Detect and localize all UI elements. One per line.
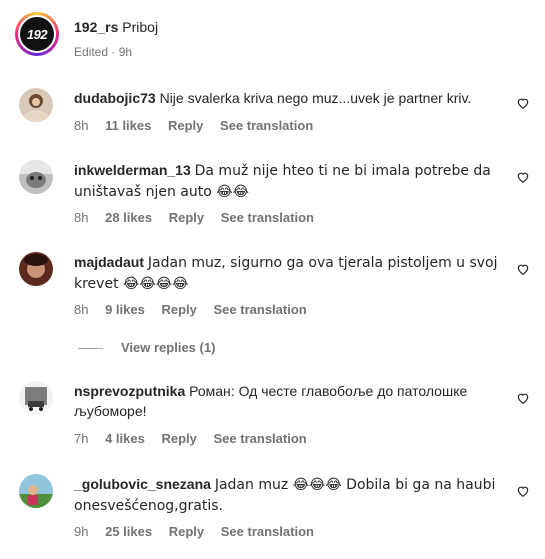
comment-actions: 8h 9 likes Reply See translation — [74, 302, 320, 317]
heart-outline-icon[interactable] — [516, 484, 530, 498]
likes-count[interactable]: 9 likes — [105, 302, 145, 317]
comment-username[interactable]: dudabojic73 — [74, 90, 156, 106]
comment-body: nsprevozputnika Роман: Од честе главобољ… — [74, 381, 504, 421]
likes-count[interactable]: 28 likes — [105, 210, 152, 225]
comment-time: 8h — [74, 302, 89, 317]
comment-username[interactable]: majdadaut — [74, 254, 144, 270]
avatar[interactable] — [19, 381, 53, 415]
likes-count[interactable]: 11 likes — [105, 118, 151, 133]
post-owner-avatar[interactable]: 192 — [15, 12, 59, 56]
reply-button[interactable]: Reply — [161, 431, 196, 446]
see-translation-button[interactable]: See translation — [214, 302, 307, 317]
avatar[interactable] — [19, 252, 53, 286]
comment-username[interactable]: _golubovic_snezana — [74, 476, 211, 492]
heart-outline-icon[interactable] — [516, 391, 530, 405]
comment-text: Nije svalerka kriva nego muz...uvek je p… — [159, 90, 472, 106]
comment-username[interactable]: nsprevozputnika — [74, 383, 185, 399]
reply-button[interactable]: Reply — [168, 118, 203, 133]
comment-actions: 8h 28 likes Reply See translation — [74, 210, 327, 225]
see-translation-button[interactable]: See translation — [214, 431, 307, 446]
see-translation-button[interactable]: See translation — [221, 524, 314, 539]
avatar[interactable] — [19, 88, 53, 122]
comment-actions: 9h 25 likes Reply See translation — [74, 524, 327, 539]
see-translation-button[interactable]: See translation — [221, 210, 314, 225]
comment-actions: 7h 4 likes Reply See translation — [74, 431, 320, 446]
avatar-logo-text: 192 — [18, 15, 56, 53]
comment-time: 9h — [74, 524, 89, 539]
post-meta: Edited · 9h — [74, 45, 133, 59]
comment-body: majdadaut Jadan muz, sigurno ga ova tjer… — [74, 252, 504, 294]
post-owner-line: 192_rs Priboj — [74, 19, 158, 35]
replies-divider — [78, 348, 103, 350]
reply-button[interactable]: Reply — [161, 302, 196, 317]
post-header: 192 192_rs Priboj Edited · 9h — [15, 12, 535, 62]
reply-button[interactable]: Reply — [169, 210, 204, 225]
view-replies-button[interactable]: View replies (1) — [78, 340, 215, 355]
heart-outline-icon[interactable] — [516, 96, 530, 110]
see-translation-button[interactable]: See translation — [220, 118, 313, 133]
comment-body: _golubovic_snezana Jadan muz 😂😂😂 Dobila … — [74, 474, 504, 516]
likes-count[interactable]: 4 likes — [105, 431, 145, 446]
comment-time: 8h — [74, 118, 89, 133]
reply-button[interactable]: Reply — [169, 524, 204, 539]
comment-body: dudabojic73 Nije svalerka kriva nego muz… — [74, 88, 504, 108]
likes-count[interactable]: 25 likes — [105, 524, 152, 539]
post-owner-username[interactable]: 192_rs — [74, 19, 118, 35]
comment-actions: 8h 11 likes Reply See translation — [74, 118, 326, 133]
avatar[interactable] — [19, 474, 53, 508]
post-location[interactable]: Priboj — [122, 19, 158, 35]
comment-time: 8h — [74, 210, 89, 225]
heart-outline-icon[interactable] — [516, 170, 530, 184]
comment-body: inkwelderman_13 Da muž nije hteo ti ne b… — [74, 160, 504, 202]
heart-outline-icon[interactable] — [516, 262, 530, 276]
view-replies-label: View replies (1) — [121, 340, 216, 355]
avatar[interactable] — [19, 160, 53, 194]
comment-username[interactable]: inkwelderman_13 — [74, 162, 191, 178]
comment-time: 7h — [74, 431, 89, 446]
